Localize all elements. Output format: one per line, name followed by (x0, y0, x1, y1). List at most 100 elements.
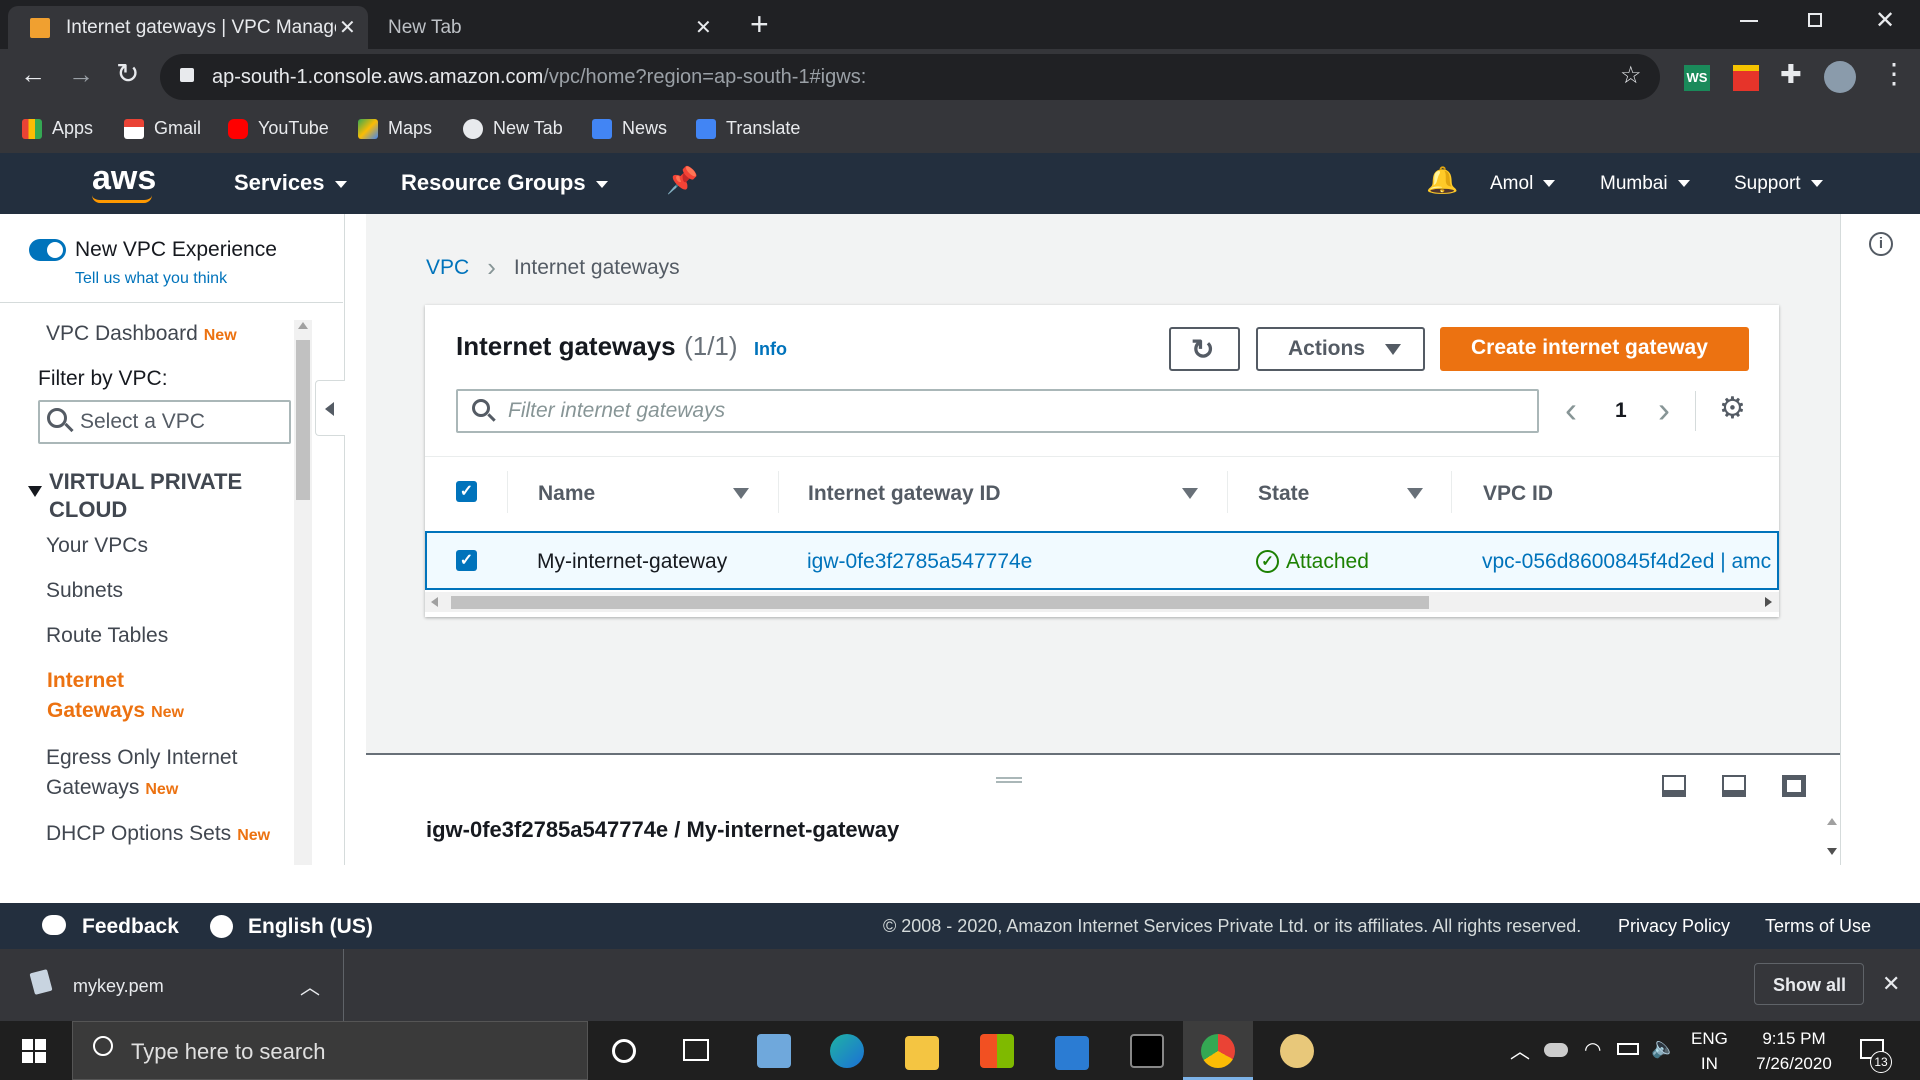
sort-icon[interactable] (1182, 488, 1198, 499)
filter-input[interactable]: Filter internet gateways (456, 389, 1539, 433)
bookmark-gmail[interactable]: Gmail (124, 118, 201, 140)
file-explorer-icon[interactable] (905, 1036, 939, 1070)
info-link[interactable]: Info (754, 339, 787, 359)
scroll-up-arrow-icon[interactable] (298, 322, 308, 329)
bookmark-translate[interactable]: Translate (696, 118, 800, 140)
row-checkbox[interactable]: ✓ (456, 550, 477, 571)
close-downloads-icon[interactable]: ✕ (1882, 971, 1900, 997)
scroll-up-arrow-icon[interactable] (1827, 818, 1837, 825)
profile-avatar[interactable] (1824, 61, 1856, 93)
cell-gateway-id[interactable]: igw-0fe3f2785a547774e (807, 550, 1032, 574)
edge-browser-icon[interactable] (830, 1034, 864, 1068)
cell-vpc-id[interactable]: vpc-056d8600845f4d2ed | amc (1482, 550, 1777, 574)
sidebar-item-subnets[interactable]: Subnets (46, 576, 123, 606)
select-all-checkbox[interactable]: ✓ (456, 481, 477, 502)
column-header-vpc-id[interactable]: VPC ID (1483, 482, 1553, 506)
actions-button[interactable]: Actions (1256, 327, 1425, 371)
clock[interactable]: 9:15 PM 7/26/2020 (1742, 1026, 1846, 1076)
sidebar-item-egress-only-gateways[interactable]: Egress Only Internet Gateways New (46, 743, 237, 805)
show-all-button[interactable]: Show all (1754, 963, 1864, 1005)
tray-chevron-up-icon[interactable]: ︿ (1510, 1035, 1530, 1064)
wifi-icon[interactable]: ◠ (1584, 1037, 1601, 1062)
scroll-down-arrow-icon[interactable] (1827, 848, 1837, 855)
create-internet-gateway-button[interactable]: Create internet gateway (1440, 327, 1749, 371)
sidebar-item-route-tables[interactable]: Route Tables (46, 621, 168, 651)
battery-icon[interactable] (1617, 1043, 1639, 1055)
collapse-triangle-icon[interactable] (28, 486, 42, 497)
volume-icon[interactable]: 🔈 (1651, 1035, 1676, 1060)
bookmark-extension-icon[interactable] (1733, 65, 1759, 91)
aws-logo[interactable]: aws (92, 159, 156, 198)
taskbar-search-box[interactable]: Type here to search (72, 1021, 588, 1080)
horizontal-scrollbar-thumb[interactable] (451, 596, 1429, 609)
forward-arrow-icon[interactable]: → (68, 59, 94, 90)
page-number[interactable]: 1 (1615, 399, 1627, 423)
breadcrumb-vpc-link[interactable]: VPC (426, 256, 469, 280)
pin-icon[interactable]: 📌 (666, 165, 698, 196)
url-omnibox[interactable]: ap-south-1.console.aws.amazon.com/vpc/ho… (160, 54, 1660, 100)
ws-extension-icon[interactable]: WS (1684, 65, 1710, 91)
column-header-state[interactable]: State (1258, 482, 1309, 506)
download-item[interactable]: mykey.pem ︿ (0, 949, 344, 1021)
sort-icon[interactable] (733, 488, 749, 499)
bookmark-youtube[interactable]: YouTube (228, 118, 329, 140)
sidebar-item-dhcp-options[interactable]: DHCP Options Sets New (46, 819, 270, 851)
refresh-button[interactable]: ↻ (1169, 327, 1240, 371)
cortana-circle-icon[interactable] (612, 1039, 636, 1063)
tab-close-icon[interactable]: ✕ (339, 15, 356, 40)
new-experience-toggle[interactable] (29, 239, 66, 261)
vpc-filter-select[interactable]: Select a VPC (38, 400, 291, 444)
new-tab-plus-icon[interactable]: + (750, 6, 769, 43)
chrome-taskbar-button[interactable] (1183, 1021, 1253, 1080)
notifications-bell-icon[interactable]: 🔔 (1426, 165, 1458, 196)
windows-start-icon[interactable] (22, 1039, 46, 1063)
reload-icon[interactable]: ↻ (116, 57, 139, 90)
tab-close-icon[interactable]: ✕ (695, 15, 712, 40)
privacy-policy-link[interactable]: Privacy Policy (1618, 916, 1730, 937)
drag-handle-icon[interactable] (996, 777, 1022, 783)
tab-new-tab[interactable]: New Tab ✕ (372, 6, 732, 49)
collapse-sidebar-button[interactable] (315, 380, 345, 436)
scroll-right-arrow-icon[interactable] (1765, 597, 1772, 607)
language-selector[interactable]: English (US) (248, 915, 373, 939)
prev-page-icon[interactable]: ‹ (1565, 389, 1577, 431)
paint-icon[interactable] (1280, 1034, 1314, 1068)
services-menu[interactable]: Services (234, 170, 347, 196)
close-window-icon[interactable]: ✕ (1875, 6, 1895, 35)
bookmark-star-icon[interactable]: ☆ (1620, 61, 1642, 90)
onedrive-cloud-icon[interactable] (1544, 1043, 1568, 1057)
resource-groups-menu[interactable]: Resource Groups (401, 170, 608, 196)
tab-vpc-manager[interactable]: Internet gateways | VPC Manager ✕ (8, 6, 368, 49)
table-horizontal-scrollbar[interactable] (425, 592, 1779, 612)
sidebar-item-internet-gateways[interactable]: Internet Gateways New (47, 666, 184, 728)
minimize-icon[interactable] (1740, 20, 1758, 22)
extensions-puzzle-icon[interactable]: ✚ (1780, 59, 1802, 90)
feedback-link[interactable]: Tell us what you think (75, 270, 227, 288)
column-header-gateway-id[interactable]: Internet gateway ID (808, 482, 1001, 506)
sort-icon[interactable] (1407, 488, 1423, 499)
sidebar-item-your-vpcs[interactable]: Your VPCs (46, 531, 148, 561)
terminal-icon[interactable] (1130, 1034, 1164, 1068)
support-menu[interactable]: Support (1734, 173, 1823, 195)
sidebar-item-vpc-dashboard[interactable]: VPC Dashboard New (46, 319, 237, 351)
task-view-icon[interactable] (683, 1039, 709, 1061)
bookmark-apps[interactable]: Apps (22, 118, 93, 140)
back-arrow-icon[interactable]: ← (20, 59, 46, 90)
mail-icon[interactable] (1055, 1036, 1089, 1070)
bookmark-new-tab[interactable]: New Tab (463, 118, 563, 140)
chrome-menu-icon[interactable]: ⋮ (1880, 57, 1908, 90)
next-page-icon[interactable]: › (1658, 389, 1670, 431)
table-row[interactable]: ✓ My-internet-gateway igw-0fe3f2785a5477… (425, 531, 1779, 590)
column-header-name[interactable]: Name (538, 482, 595, 506)
scroll-left-arrow-icon[interactable] (431, 597, 438, 607)
restore-icon[interactable] (1808, 13, 1822, 27)
account-menu[interactable]: Amol (1490, 173, 1556, 195)
bookmark-news[interactable]: News (592, 118, 667, 140)
bookmark-maps[interactable]: Maps (358, 118, 432, 140)
input-language[interactable]: ENG IN (1691, 1026, 1728, 1076)
split-side-icon[interactable] (1722, 775, 1746, 797)
sidebar-scrollbar-thumb[interactable] (296, 340, 310, 500)
settings-gear-icon[interactable]: ⚙ (1719, 391, 1746, 426)
network-app-icon[interactable] (757, 1034, 791, 1068)
region-menu[interactable]: Mumbai (1600, 173, 1690, 195)
